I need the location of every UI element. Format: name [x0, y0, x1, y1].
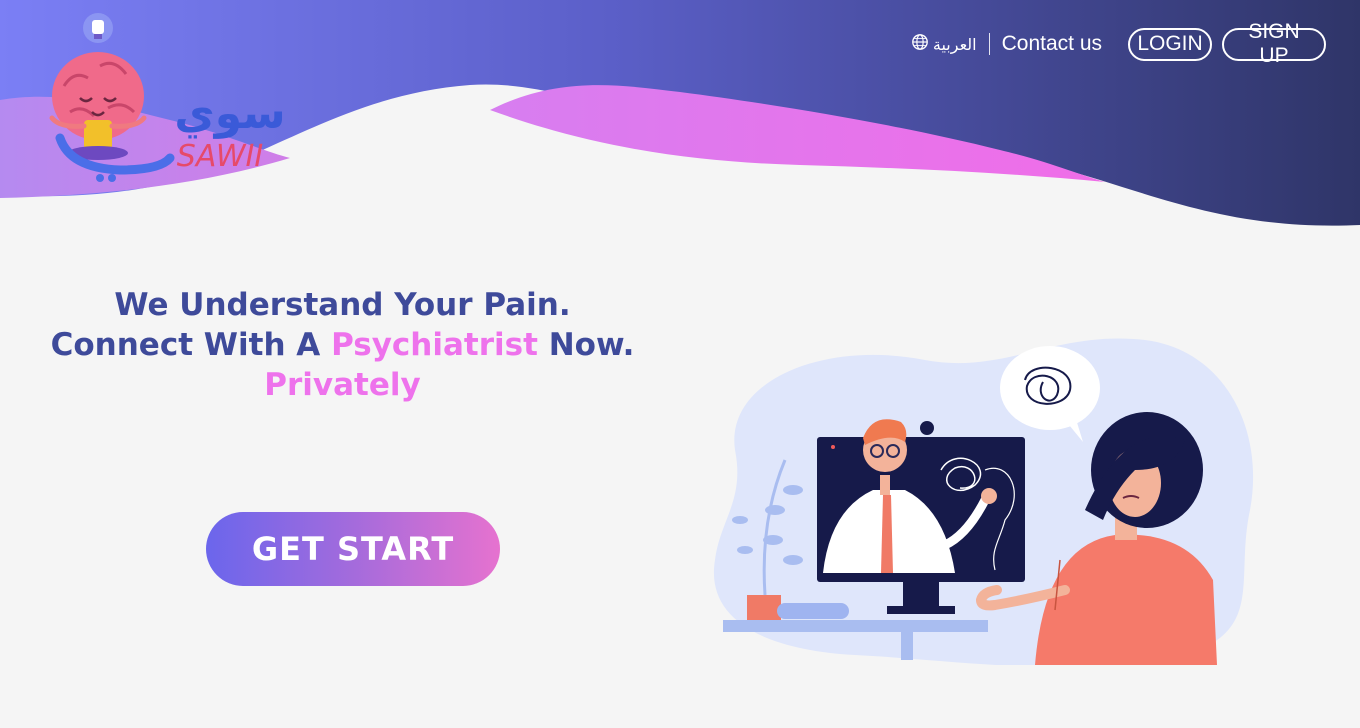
- login-button[interactable]: LOGIN: [1128, 27, 1212, 61]
- headline-line-1: We Understand Your Pain.: [114, 287, 571, 323]
- contact-us-link[interactable]: Contact us: [1002, 32, 1102, 56]
- headline-line-2: Connect With A Psychiatrist Now.: [40, 325, 645, 365]
- top-navigation: العربية Contact us LOGIN SIGN UP: [911, 20, 1326, 67]
- language-switch[interactable]: العربية: [911, 33, 977, 55]
- globe-icon: [911, 33, 929, 55]
- get-start-button[interactable]: GET START: [206, 512, 500, 586]
- sawii-logo[interactable]: سوي SAWII: [30, 8, 290, 188]
- hero-headline: We Understand Your Pain. Connect With A …: [40, 285, 645, 405]
- headline-line-2-end: Now.: [537, 327, 635, 363]
- headline-line-2-start: Connect With A: [50, 327, 332, 363]
- signup-button[interactable]: SIGN UP: [1222, 20, 1326, 67]
- language-label: العربية: [932, 34, 977, 54]
- logo-arabic-text: سوي: [174, 88, 285, 139]
- logo-sawii-text: SAWII: [177, 139, 264, 174]
- brain-mascot-icon: سوي SAWII: [49, 13, 286, 182]
- video-consultation-illustration: [713, 338, 1254, 665]
- headline-psychiatrist: Psychiatrist: [331, 327, 538, 363]
- nav-divider: [988, 33, 990, 55]
- headline-line-3: Privately: [264, 367, 421, 403]
